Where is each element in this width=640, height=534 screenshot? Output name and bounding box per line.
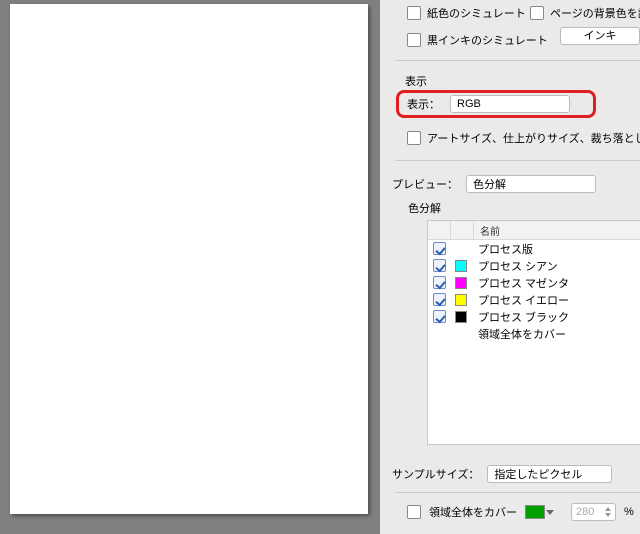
separator: [395, 492, 640, 493]
artsize-checkbox[interactable]: [407, 131, 421, 145]
coverage-checkbox[interactable]: [407, 505, 421, 519]
display-combo-value: RGB: [457, 98, 481, 110]
separation-row[interactable]: プロセス マゼンタ: [428, 274, 640, 291]
separation-row[interactable]: プロセス ブラック: [428, 308, 640, 325]
display-label: 表示：: [407, 96, 440, 112]
preview-combo-value: 色分解: [473, 176, 506, 192]
coverage-spinner[interactable]: 280: [571, 503, 616, 521]
separation-name: プロセス イエロー: [472, 292, 640, 308]
ink-button-label: インキ: [584, 30, 617, 42]
separations-name-header: 名前: [474, 223, 640, 238]
coverage-value: 280: [576, 506, 594, 518]
coverage-swatch[interactable]: [525, 505, 545, 519]
artsize-label: アートサイズ、仕上がりサイズ、裁ち落としサイ: [427, 130, 640, 146]
sample-size-combo[interactable]: 指定したピクセル: [487, 465, 612, 483]
separation-name: プロセス マゼンタ: [472, 275, 640, 291]
separations-group: 色分解 名前 プロセス版プロセス シアンプロセス マゼンタプロセス イエロープロ…: [402, 200, 640, 450]
coverage-unit: %: [624, 506, 634, 518]
display-combo[interactable]: RGB: [450, 95, 570, 113]
coverage-label: 領域全体をカバー: [429, 504, 517, 520]
black-ink-sim-checkbox[interactable]: [407, 33, 421, 47]
separation-swatch: [455, 260, 467, 272]
sample-size-label: サンプルサイズ：: [392, 466, 479, 482]
paper-sim-checkbox[interactable]: [407, 6, 421, 20]
sample-size-value: 指定したピクセル: [494, 466, 582, 482]
separation-row[interactable]: プロセス版: [428, 240, 640, 257]
separation-row[interactable]: プロセス シアン: [428, 257, 640, 274]
separation-name: プロセス ブラック: [472, 309, 640, 325]
page-bg-checkbox[interactable]: [530, 6, 544, 20]
separations-title: 色分解: [408, 200, 441, 216]
display-section-label: 表示: [405, 73, 427, 89]
ink-button[interactable]: インキ: [560, 27, 640, 45]
separator: [395, 160, 640, 161]
canvas-area: [0, 0, 380, 534]
separation-name: プロセス版: [472, 241, 640, 257]
paper-sim-label: 紙色のシミュレート: [427, 5, 526, 21]
document-page[interactable]: [10, 4, 368, 514]
separation-checkbox[interactable]: [433, 310, 446, 323]
black-ink-sim-label: 黒インキのシミュレート: [427, 32, 548, 48]
separator: [395, 60, 640, 61]
separation-checkbox[interactable]: [433, 259, 446, 272]
preview-label: プレビュー：: [392, 176, 458, 192]
display-row-highlight: 表示： RGB: [396, 90, 596, 118]
separations-header: 名前: [428, 221, 640, 240]
separation-checkbox[interactable]: [433, 276, 446, 289]
separation-swatch: [455, 311, 467, 323]
separation-swatch: [455, 277, 467, 289]
page-bg-label: ページの背景色を設: [550, 5, 640, 21]
separation-row[interactable]: 領域全体をカバー: [428, 325, 640, 342]
separation-swatch: [455, 294, 467, 306]
output-preview-panel: 紙色のシミュレート ページの背景色を設 黒インキのシミュレート インキ 表示 表…: [380, 0, 640, 534]
separations-table: 名前 プロセス版プロセス シアンプロセス マゼンタプロセス イエロープロセス ブ…: [427, 220, 640, 445]
separation-checkbox[interactable]: [433, 293, 446, 306]
separation-name: プロセス シアン: [472, 258, 640, 274]
separation-name: 領域全体をカバー: [472, 326, 640, 342]
preview-combo[interactable]: 色分解: [466, 175, 596, 193]
separation-checkbox[interactable]: [433, 242, 446, 255]
separation-row[interactable]: プロセス イエロー: [428, 291, 640, 308]
